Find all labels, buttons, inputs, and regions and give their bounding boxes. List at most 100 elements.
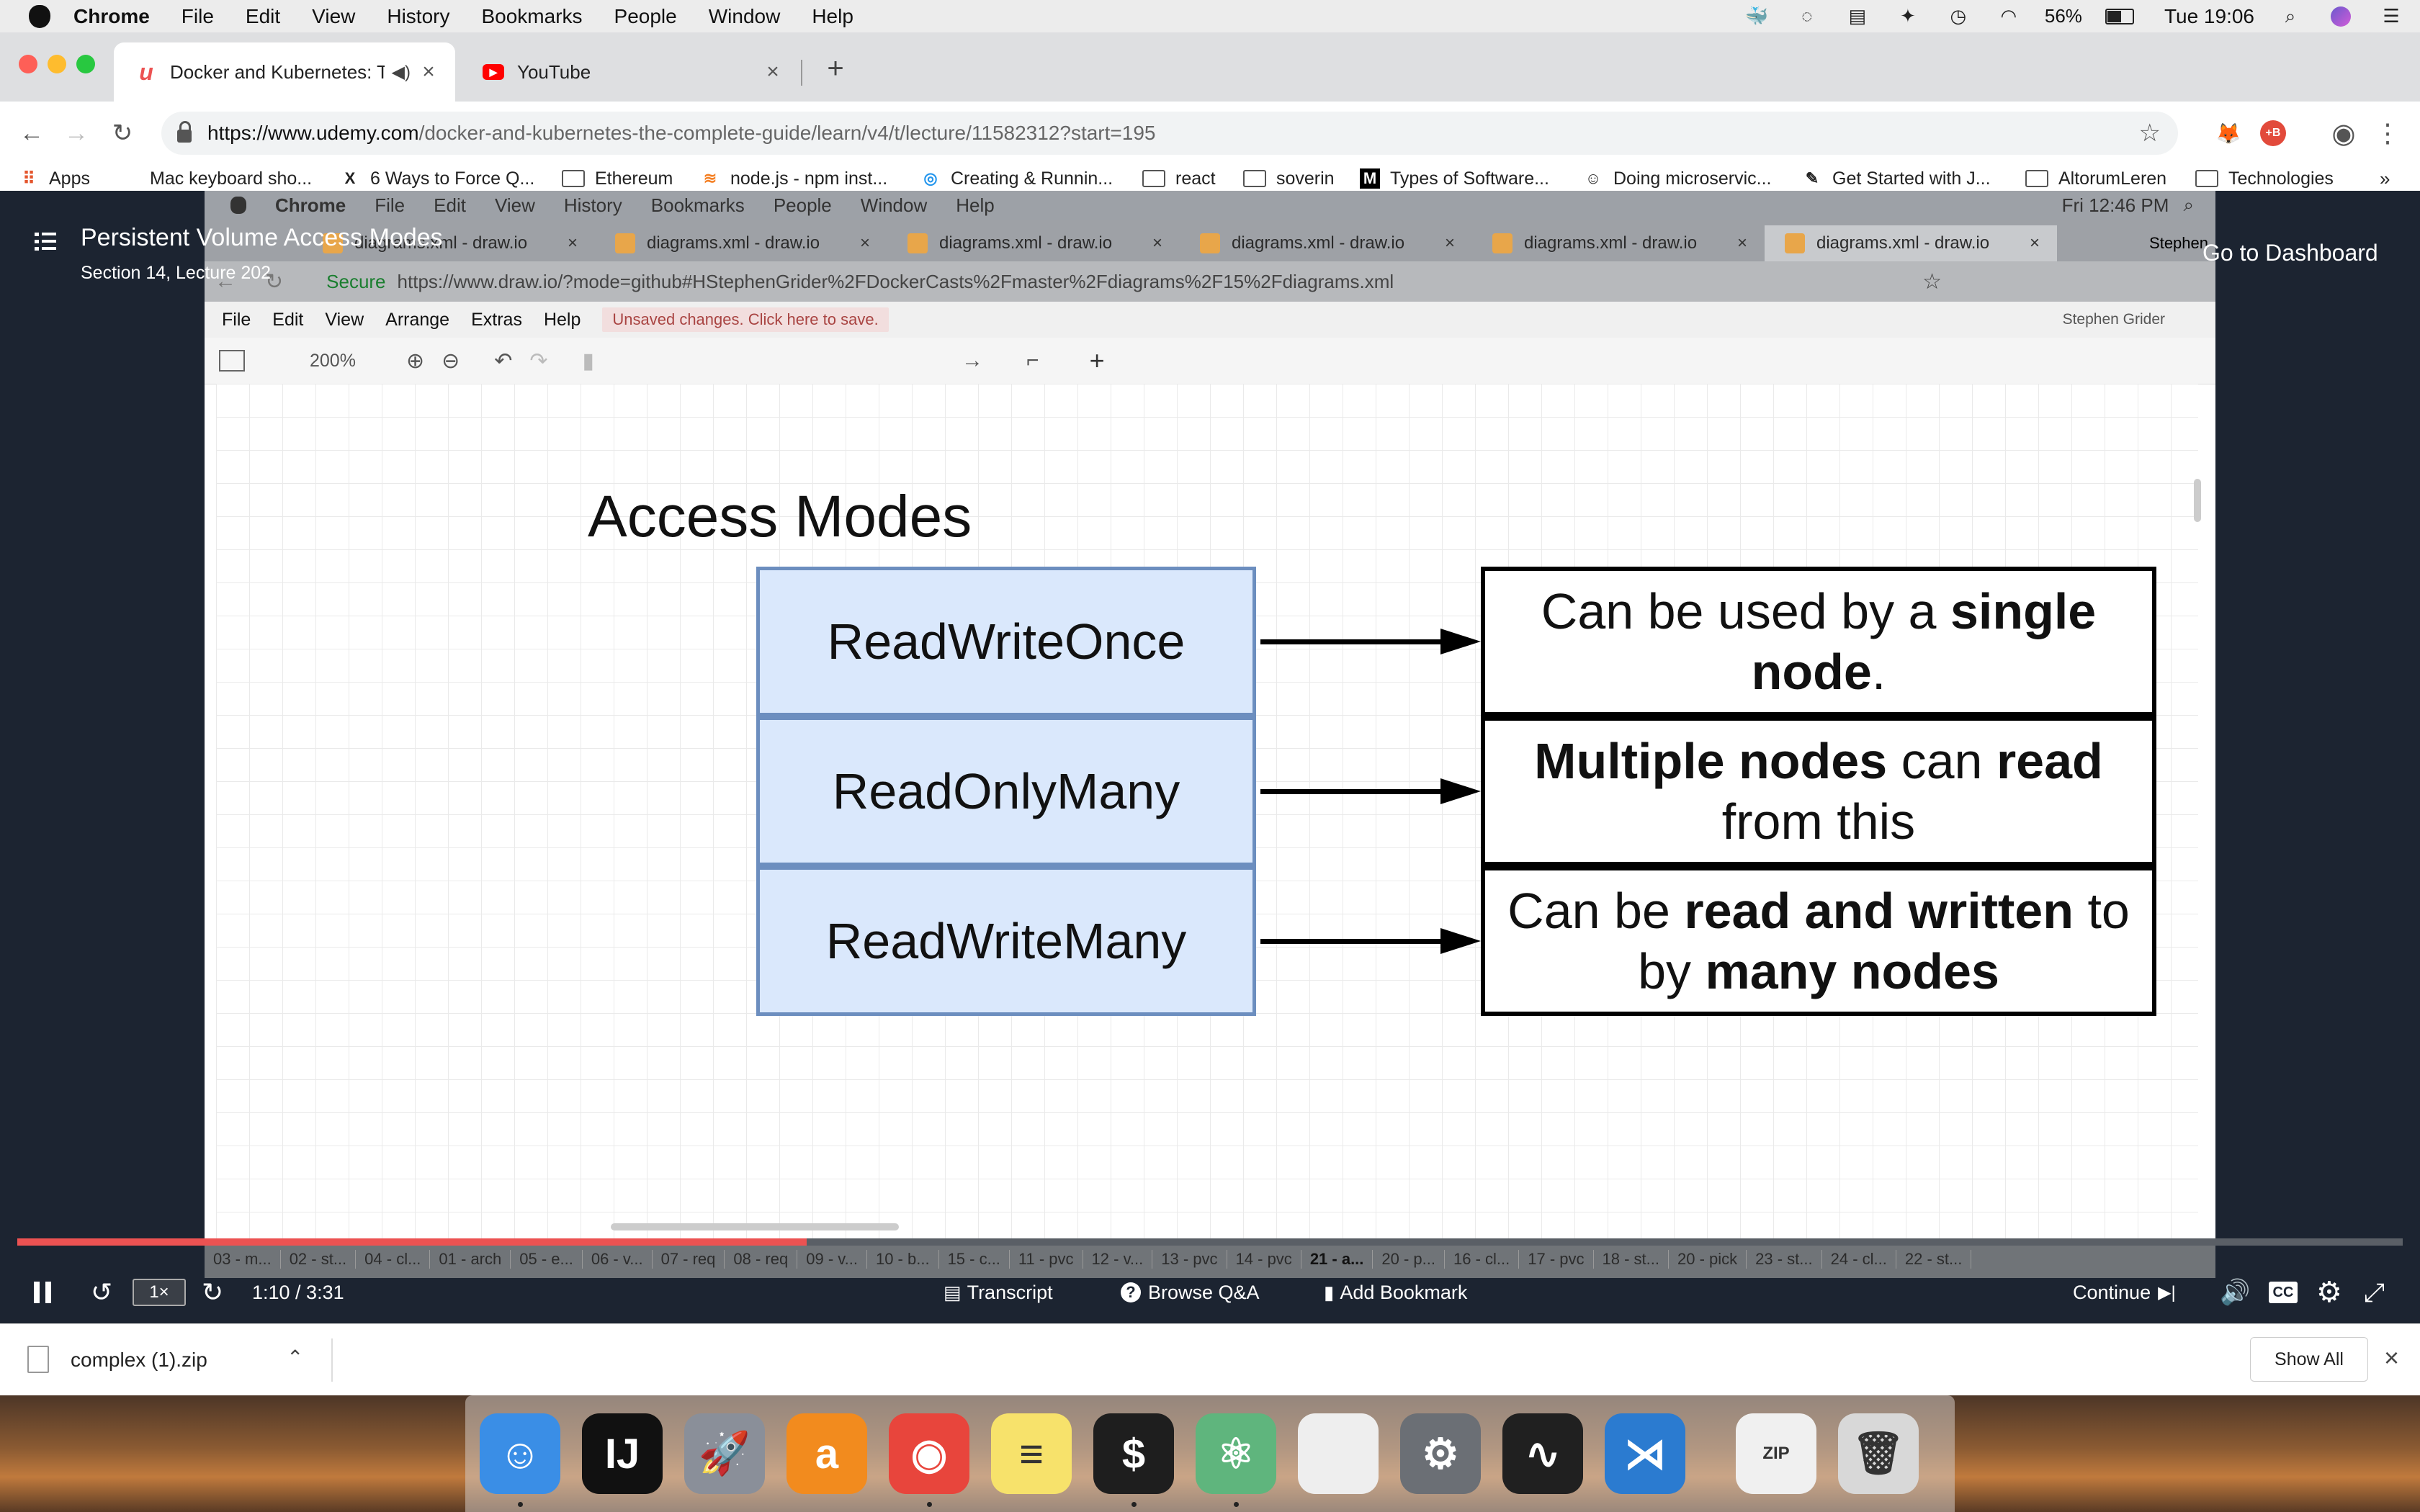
close-shelf-icon[interactable]: × — [2384, 1343, 2399, 1373]
folder-icon — [2025, 170, 2048, 187]
app-menu[interactable]: Chrome — [73, 5, 150, 28]
show-all-downloads-button[interactable]: Show All — [2250, 1337, 2368, 1382]
apps-grid-icon: ⠿ — [22, 168, 35, 189]
minimize-window-button[interactable] — [48, 55, 66, 73]
recorded-secure-label: Secure — [326, 270, 386, 292]
drawio-menu-item: Help — [543, 309, 581, 330]
siri-icon[interactable] — [2326, 6, 2355, 27]
browse-qa-button[interactable]: ? Browse Q&A — [1121, 1282, 1260, 1304]
bookmark-technologies[interactable]: Technologies — [2195, 166, 2334, 191]
launchpad-icon[interactable]: 🚀 — [684, 1413, 765, 1494]
fullscreen-icon[interactable]: ⤢ — [2364, 1277, 2385, 1308]
download-filename[interactable]: complex (1).zip — [71, 1349, 207, 1372]
menu-view[interactable]: View — [312, 5, 355, 28]
forward-icon[interactable]: ↻ — [202, 1277, 223, 1308]
spotlight-search-icon[interactable]: ⌕ — [2276, 5, 2305, 27]
extension-badge-icon[interactable]: +B — [2260, 120, 2286, 146]
video-progress-bar[interactable] — [17, 1238, 2403, 1246]
go-to-dashboard-link[interactable]: Go to Dashboard — [2202, 240, 2378, 266]
bookmark-microservices[interactable]: ☺ Doing microservic... — [1583, 166, 1772, 191]
battery-icon[interactable] — [2104, 6, 2136, 27]
atom-icon[interactable]: ⚛ — [1196, 1413, 1276, 1507]
menu-edit[interactable]: Edit — [246, 5, 280, 28]
apple-menu-icon[interactable] — [29, 4, 50, 28]
notification-center-icon[interactable]: ☰ — [2377, 5, 2406, 27]
delete-icon: ▮ — [582, 348, 595, 373]
close-tab-icon[interactable]: × — [762, 60, 784, 84]
download-options-chevron-icon[interactable]: ⌃ — [287, 1346, 303, 1369]
add-bookmark-button[interactable]: ▮ Add Bookmark — [1324, 1282, 1467, 1304]
description-bold-text: read — [1996, 733, 2103, 789]
notes-icon[interactable]: ≡ — [991, 1413, 1072, 1494]
battery-percent[interactable]: 56% — [2045, 5, 2082, 27]
menubar-clock[interactable]: Tue 19:06 — [2164, 5, 2254, 28]
video-player[interactable]: Chrome File Edit View History Bookmarks … — [0, 191, 2420, 1323]
close-window-button[interactable] — [19, 55, 37, 73]
time-machine-icon[interactable]: ◷ — [1944, 5, 1973, 27]
back-icon[interactable]: ← — [14, 116, 49, 150]
transcript-button[interactable]: ▤ Transcript — [944, 1282, 1053, 1304]
bookmarks-overflow-icon[interactable]: » — [2380, 166, 2390, 191]
profile-avatar-icon[interactable]: ◉ — [2328, 117, 2360, 149]
bookmark-mac-keyboard[interactable]: Mac keyboard sho... — [120, 166, 312, 191]
vscode-icon[interactable]: ⋊ — [1605, 1413, 1685, 1494]
address-bar[interactable]: https://www.udemy.com /docker-and-kubern… — [161, 112, 2178, 155]
volume-icon[interactable]: 🔊 — [2220, 1278, 2250, 1307]
trash-icon[interactable]: 🗑 — [1838, 1413, 1919, 1494]
reload-icon[interactable]: ↻ — [105, 116, 140, 150]
bookmark-force-quit[interactable]: X 6 Ways to Force Q... — [340, 166, 535, 191]
bookmark-star-icon[interactable]: ☆ — [2139, 119, 2161, 148]
tab-udemy[interactable]: u Docker and Kubernetes: The Complete Gu… — [114, 42, 455, 102]
bookmark-get-started[interactable]: ✎ Get Started with J... — [1802, 166, 1991, 191]
bookmark-altorumleren[interactable]: AltorumLeren — [2025, 166, 2166, 191]
menu-window[interactable]: Window — [709, 5, 781, 28]
new-tab-button[interactable]: + — [821, 53, 850, 84]
bookmark-ethereum[interactable]: Ethereum — [562, 166, 673, 191]
bookmark-apps[interactable]: ⠿ Apps — [19, 166, 90, 191]
curriculum-list-icon[interactable] — [35, 231, 58, 251]
system-preferences-icon[interactable]: ⚙ — [1400, 1413, 1481, 1494]
menu-help[interactable]: Help — [812, 5, 853, 28]
menu-history[interactable]: History — [387, 5, 449, 28]
pause-icon[interactable] — [32, 1279, 53, 1305]
bookmark-react[interactable]: react — [1142, 166, 1216, 191]
bookmark-nodejs[interactable]: ≋ node.js - npm inst... — [700, 166, 887, 191]
waypoint-icon: → — [962, 348, 984, 372]
forward-icon[interactable]: → — [59, 116, 94, 150]
chrome-icon[interactable]: ◉ — [889, 1413, 969, 1507]
wifi-icon[interactable]: ◠ — [1994, 5, 2023, 27]
activity-monitor-icon[interactable]: ∿ — [1502, 1413, 1583, 1494]
closed-captions-button[interactable]: CC — [2269, 1282, 2298, 1303]
finder-icon[interactable]: ☺ — [480, 1413, 560, 1507]
drawio-icon — [1785, 233, 1805, 253]
lock-icon[interactable] — [177, 121, 192, 143]
menu-bookmarks[interactable]: Bookmarks — [481, 5, 582, 28]
textedit-icon[interactable] — [1298, 1413, 1379, 1494]
zip-file-icon[interactable]: ZIP — [1736, 1413, 1816, 1494]
close-tab-icon[interactable]: × — [418, 60, 439, 84]
drive-status-icon[interactable]: ▤ — [1843, 5, 1872, 27]
bookmark-types-of-software[interactable]: M Types of Software... — [1360, 166, 1549, 191]
bookmark-soverin[interactable]: soverin — [1243, 166, 1335, 191]
notification-status-icon[interactable]: ✦ — [1894, 5, 1922, 27]
intellij-icon[interactable]: IJ — [582, 1413, 663, 1494]
tab-youtube[interactable]: ▶ YouTube × — [461, 42, 799, 102]
bookmark-label: Technologies — [2228, 168, 2334, 189]
settings-gear-icon[interactable]: ⚙ — [2316, 1276, 2342, 1309]
docker-status-icon[interactable]: 🐳 — [1742, 5, 1771, 27]
chrome-menu-icon[interactable]: ⋮ — [2375, 117, 2401, 149]
menu-people[interactable]: People — [614, 5, 677, 28]
terminal-icon[interactable]: $ — [1093, 1413, 1174, 1507]
sync-status-icon[interactable]: ◌ — [1793, 5, 1821, 27]
playback-speed-button[interactable]: 1× — [133, 1279, 186, 1306]
video-frame: Chrome File Edit View History Bookmarks … — [205, 191, 2215, 1241]
audio-playing-icon[interactable]: ◀) — [392, 62, 411, 83]
drawio-menu-item: Edit — [272, 309, 304, 330]
continue-button[interactable]: Continue ▶| — [2073, 1282, 2176, 1304]
menu-file[interactable]: File — [182, 5, 214, 28]
metamask-extension-icon[interactable]: 🦊 — [2214, 119, 2243, 148]
zoom-window-button[interactable] — [76, 55, 95, 73]
bookmark-creating-running[interactable]: ◎ Creating & Runnin... — [920, 166, 1113, 191]
rewind-icon[interactable]: ↺ — [91, 1277, 112, 1308]
avast-icon[interactable]: a — [786, 1413, 867, 1494]
